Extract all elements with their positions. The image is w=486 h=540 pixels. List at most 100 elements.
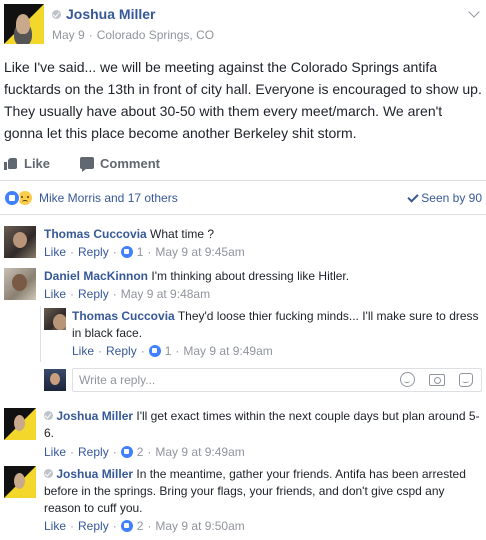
comment-reply-link[interactable]: Reply xyxy=(106,344,137,358)
comment-actions: Like · Reply · 2 · May 9 at 9:49am xyxy=(44,445,245,459)
dot-separator: · xyxy=(98,344,103,358)
check-icon xyxy=(407,190,419,203)
comment-time[interactable]: May 9 at 9:48am xyxy=(121,287,210,301)
like-button[interactable]: Like xyxy=(4,156,50,171)
dot-separator: · xyxy=(70,519,75,533)
comment-like-link[interactable]: Like xyxy=(44,245,66,259)
comment-button[interactable]: Comment xyxy=(80,155,160,172)
comment-like-count[interactable]: 1 xyxy=(165,344,172,358)
comment-actions: Like · Reply · 2 · May 9 at 9:50am xyxy=(44,519,245,533)
dot-separator: · xyxy=(112,287,117,301)
commenter-name[interactable]: Daniel MacKinnon xyxy=(44,269,148,283)
post-header: Joshua Miller May 9 · Colorado Springs, … xyxy=(4,0,482,48)
camera-icon[interactable] xyxy=(429,373,445,386)
comment-like-link[interactable]: Like xyxy=(44,519,66,533)
comment: Joshua Miller I'll get exact times withi… xyxy=(4,408,482,462)
dot-separator: · xyxy=(147,519,152,533)
comment-text: What time ? xyxy=(150,227,215,241)
reactions-bar: Mike Morris and 17 others Seen by 90 xyxy=(4,188,482,208)
comment-time[interactable]: May 9 at 9:49am xyxy=(155,445,244,459)
author-row: Joshua Miller xyxy=(52,6,155,22)
comment-time[interactable]: May 9 at 9:50am xyxy=(155,519,244,533)
comment-body: Daniel MacKinnon I'm thinking about dres… xyxy=(44,268,480,285)
comment-icon xyxy=(80,157,95,172)
comment-actions: Like · Reply · 1 · May 9 at 9:45am xyxy=(44,245,245,259)
comment-like-link[interactable]: Like xyxy=(44,287,66,301)
dot-separator: · xyxy=(70,287,75,301)
like-reaction-icon xyxy=(120,446,133,458)
comment-like-count[interactable]: 2 xyxy=(137,519,144,533)
commenter-name[interactable]: Thomas Cuccovia xyxy=(44,227,147,241)
comment-like-link[interactable]: Like xyxy=(72,344,94,358)
like-label: Like xyxy=(24,155,51,171)
dot-separator: · xyxy=(140,344,145,358)
comment-text: I'm thinking about dressing like Hitler. xyxy=(151,269,350,283)
comment-reply-link[interactable]: Reply xyxy=(78,519,109,533)
reply-placeholder: Write a reply... xyxy=(79,373,156,387)
post-text: Like I've said... we will be meeting aga… xyxy=(4,59,482,141)
like-icon xyxy=(4,157,18,170)
comment-reply-link[interactable]: Reply xyxy=(78,287,109,301)
emoji-icon[interactable] xyxy=(400,372,415,387)
reactions-count[interactable]: Mike Morris and 17 others xyxy=(39,191,178,205)
seen-by[interactable]: Seen by 90 xyxy=(407,190,482,205)
author-avatar[interactable] xyxy=(4,4,44,44)
comment-body: Joshua Miller In the meantime, gather yo… xyxy=(44,466,480,517)
commenter-name[interactable]: Joshua Miller xyxy=(56,409,133,423)
sticker-icon[interactable] xyxy=(459,372,473,387)
comment-time[interactable]: May 9 at 9:49am xyxy=(183,344,272,358)
post-meta: May 9 · Colorado Springs, CO xyxy=(52,28,214,42)
comment: Joshua Miller In the meantime, gather yo… xyxy=(4,466,482,538)
facebook-post: Joshua Miller May 9 · Colorado Springs, … xyxy=(0,0,486,540)
post-location[interactable]: Colorado Springs, CO xyxy=(97,28,214,42)
post-actions: Like Comment xyxy=(4,152,482,174)
like-reaction-icon xyxy=(120,246,133,258)
comment-reply: Thomas Cuccovia They'd loose thier fucki… xyxy=(44,308,482,362)
comment-reply-link[interactable]: Reply xyxy=(78,445,109,459)
commenter-avatar[interactable] xyxy=(4,466,36,498)
dot-separator: · xyxy=(175,344,180,358)
verified-icon xyxy=(44,469,53,478)
comment-label: Comment xyxy=(100,155,160,171)
like-reaction-icon xyxy=(120,520,133,532)
reply-input[interactable]: Write a reply... xyxy=(72,368,482,392)
author-name[interactable]: Joshua Miller xyxy=(66,6,155,22)
reply-thread-line xyxy=(40,306,41,362)
verified-icon xyxy=(52,9,61,19)
comment-like-count[interactable]: 2 xyxy=(137,445,144,459)
divider xyxy=(0,180,486,181)
dot-separator: · xyxy=(147,445,152,459)
commenter-avatar[interactable] xyxy=(4,408,36,440)
comment-body: Thomas Cuccovia They'd loose thier fucki… xyxy=(72,308,480,342)
post-date[interactable]: May 9 xyxy=(52,28,85,42)
like-reaction-icon[interactable] xyxy=(4,190,20,206)
seen-label: Seen by 90 xyxy=(421,191,482,205)
comment-body: Thomas Cuccovia What time ? xyxy=(44,226,480,243)
current-user-avatar xyxy=(44,369,66,391)
comment-actions: Like · Reply · 1 · May 9 at 9:49am xyxy=(72,344,273,358)
comment: Thomas Cuccovia What time ? Like · Reply… xyxy=(4,226,482,262)
comment: Daniel MacKinnon I'm thinking about dres… xyxy=(4,268,482,304)
dot-separator: · xyxy=(112,519,117,533)
comment-actions: Like · Reply · May 9 at 9:48am xyxy=(44,287,210,301)
divider xyxy=(0,214,486,215)
commenter-name[interactable]: Joshua Miller xyxy=(56,467,133,481)
meta-separator: · xyxy=(88,28,93,42)
comment-body: Joshua Miller I'll get exact times withi… xyxy=(44,408,480,442)
dot-separator: · xyxy=(147,245,152,259)
comment-like-count[interactable]: 1 xyxy=(137,245,144,259)
like-reaction-icon xyxy=(148,345,161,357)
comment-like-link[interactable]: Like xyxy=(44,445,66,459)
commenter-avatar[interactable] xyxy=(4,268,36,300)
chevron-down-icon[interactable] xyxy=(468,6,480,18)
verified-icon xyxy=(44,411,53,420)
reply-tools xyxy=(400,372,473,387)
commenter-name[interactable]: Thomas Cuccovia xyxy=(72,309,175,323)
commenter-avatar[interactable] xyxy=(44,308,66,330)
dot-separator: · xyxy=(70,445,75,459)
dot-separator: · xyxy=(112,445,117,459)
comment-time[interactable]: May 9 at 9:45am xyxy=(155,245,244,259)
comment-reply-link[interactable]: Reply xyxy=(78,245,109,259)
dot-separator: · xyxy=(112,245,117,259)
commenter-avatar[interactable] xyxy=(4,226,36,258)
